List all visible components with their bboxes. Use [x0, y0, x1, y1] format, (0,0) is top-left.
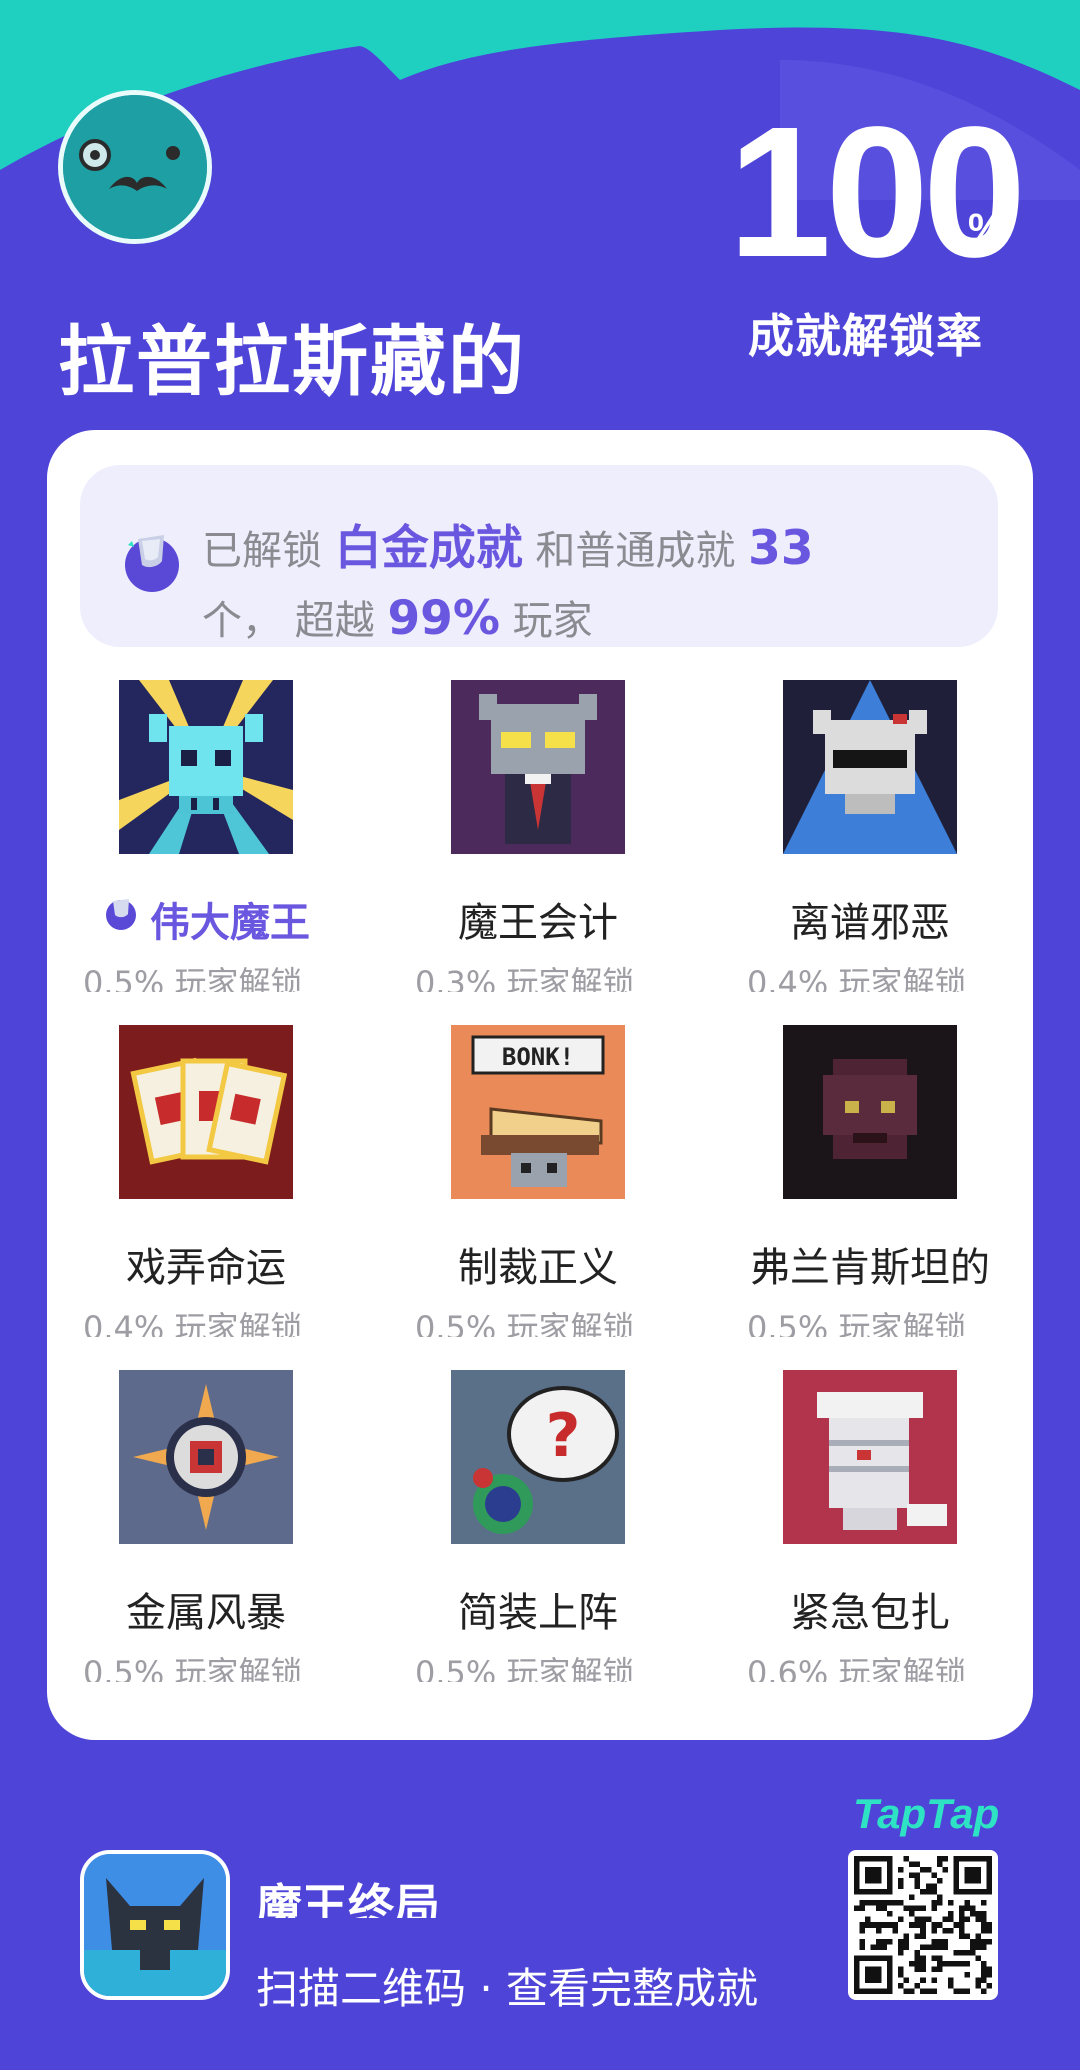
unlock-rate-value: 100	[728, 89, 1026, 296]
summary-suffix: 玩家	[499, 598, 593, 644]
achievement-rate: 0.4% 玩家解锁	[747, 964, 967, 992]
summary-middle: 和普通成就	[522, 528, 749, 574]
glasses-skull-suit-icon	[451, 680, 625, 854]
achievement-name: 伟大魔王	[47, 890, 365, 948]
scan-qr-hint: 扫描二维码 · 查看完整成就	[256, 1964, 759, 2013]
achievement-item[interactable]: 离谱邪恶 0.4% 玩家解锁	[711, 680, 1011, 1010]
achievement-item[interactable]: 戏弄命运 0.4% 玩家解锁	[47, 1025, 347, 1355]
platinum-label: 白金成就	[334, 521, 523, 576]
achievement-rate: 0.6% 玩家解锁	[747, 1654, 967, 1682]
achievement-item[interactable]: 魔王会计 0.3% 玩家解锁	[379, 680, 679, 1010]
achievement-name: 简装上阵	[458, 1590, 618, 1636]
achievement-item[interactable]: 弗兰肯斯坦的 0.5% 玩家解锁	[711, 1025, 1011, 1355]
svg-text:BONK!: BONK!	[502, 1043, 574, 1071]
achievement-rate: 0.5% 玩家解锁	[415, 1309, 635, 1337]
game-app-icon[interactable]	[80, 1850, 230, 2000]
achievement-rate: 0.5% 玩家解锁	[83, 1654, 303, 1682]
achievement-rate: 0.5% 玩家解锁	[415, 1654, 635, 1682]
qr-code[interactable]	[848, 1850, 998, 2000]
achievement-name: 金属风暴	[126, 1590, 286, 1636]
summary-prefix: 已解锁	[202, 528, 335, 574]
unlock-rate-unit: %	[968, 206, 1004, 250]
taptap-logo: TapTap	[853, 1790, 1000, 1837]
bandaged-mummy-icon	[783, 1370, 957, 1544]
achievement-rate: 0.5% 玩家解锁	[83, 964, 303, 992]
svg-text:?: ?	[546, 1401, 581, 1471]
achievement-name: 制裁正义	[458, 1245, 618, 1291]
metal-sun-icon	[119, 1370, 293, 1544]
achievement-name: 弗兰肯斯坦的	[750, 1245, 990, 1291]
user-avatar[interactable]	[58, 90, 212, 244]
achievement-item[interactable]: BONK! 制裁正义 0.5% 玩家解锁	[379, 1025, 679, 1355]
achievement-name-text: 伟大魔王	[150, 900, 310, 946]
question-bubble-icon: ?	[451, 1370, 625, 1544]
summary-unit: 个， 超越	[202, 598, 388, 644]
unlock-rate-label: 成就解锁率	[748, 309, 983, 363]
sunglasses-skull-icon	[783, 680, 957, 854]
game-name: 魔王终局	[256, 1879, 440, 1918]
platinum-trophy-icon	[125, 535, 179, 592]
bonk-hammer-icon: BONK!	[451, 1025, 625, 1199]
dark-monster-icon	[783, 1025, 957, 1199]
achievement-rate: 0.3% 玩家解锁	[415, 964, 635, 992]
achievement-name: 紧急包扎	[790, 1590, 950, 1636]
achievements-card: 已解锁 白金成就 和普通成就 33 个， 超越 99% 玩家 伟大魔王 0.5%…	[47, 430, 1033, 1740]
summary-text: 已解锁 白金成就 和普通成就 33 个， 超越 99% 玩家	[202, 515, 902, 655]
skull-sunburst-icon	[119, 680, 293, 854]
unlock-summary: 已解锁 白金成就 和普通成就 33 个， 超越 99% 玩家	[80, 465, 998, 647]
achievement-item[interactable]: ? 简装上阵 0.5% 玩家解锁	[379, 1370, 679, 1700]
achievement-count: 33	[748, 521, 814, 576]
playing-cards-icon	[119, 1025, 293, 1199]
achievement-item[interactable]: 紧急包扎 0.6% 玩家解锁	[711, 1370, 1011, 1700]
user-title: 拉普拉斯藏的	[58, 317, 526, 406]
achievement-item[interactable]: 伟大魔王 0.5% 玩家解锁	[47, 680, 347, 1010]
achievement-rate: 0.4% 玩家解锁	[83, 1309, 303, 1337]
achievement-item[interactable]: 金属风暴 0.5% 玩家解锁	[47, 1370, 347, 1700]
achievement-rate: 0.5% 玩家解锁	[747, 1309, 967, 1337]
percentile-value: 99%	[387, 591, 500, 646]
achievement-name: 魔王会计	[458, 900, 618, 946]
platinum-badge-icon	[106, 899, 136, 930]
achievement-name: 戏弄命运	[126, 1245, 286, 1291]
achievement-name: 离谱邪恶	[790, 900, 950, 946]
